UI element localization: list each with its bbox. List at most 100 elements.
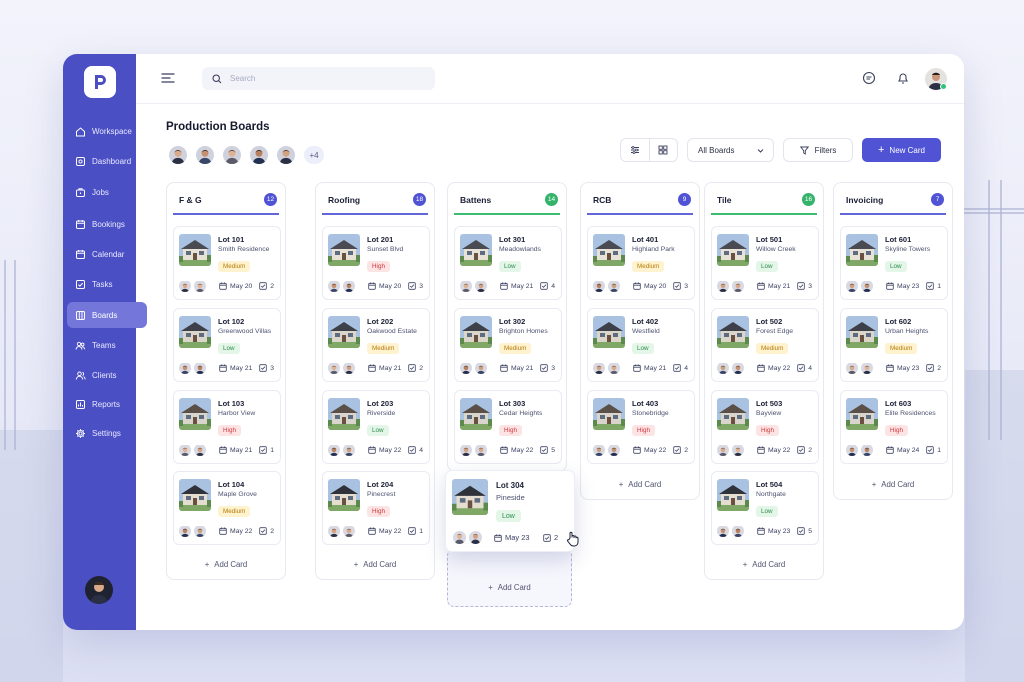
member-avatar[interactable] xyxy=(194,144,216,166)
sidebar-item-workspace[interactable]: Workspace xyxy=(67,118,147,144)
menu-icon[interactable] xyxy=(161,71,175,85)
assignee-avatar[interactable] xyxy=(475,444,487,456)
board-card[interactable]: Lot 201 Sunset Blvd High May 20 3 xyxy=(322,226,430,300)
sidebar-item-teams[interactable]: Teams xyxy=(67,332,147,358)
board-card[interactable]: Lot 601 Skyline Towers Low May 23 1 xyxy=(840,226,948,300)
assignee-avatar[interactable] xyxy=(343,525,355,537)
assignee-avatar[interactable] xyxy=(343,444,355,456)
board-card[interactable]: Lot 101 Smith Residence Medium May 20 2 xyxy=(173,226,281,300)
bell-icon[interactable] xyxy=(896,71,910,85)
assignee-avatar[interactable] xyxy=(732,525,744,537)
assignee-avatar[interactable] xyxy=(717,280,729,292)
assignee-avatar[interactable] xyxy=(469,531,482,544)
new-card-button[interactable]: + New Card xyxy=(862,138,941,162)
add-card-button[interactable]: + Add Card xyxy=(167,553,285,575)
sidebar-item-clients[interactable]: Clients xyxy=(67,362,147,388)
column-header[interactable]: Roofing 18 xyxy=(322,183,428,215)
sidebar-item-reports[interactable]: Reports xyxy=(67,391,147,417)
board-card[interactable]: Lot 503 Bayview High May 22 2 xyxy=(711,390,819,464)
assignee-avatar[interactable] xyxy=(593,362,605,374)
sidebar-item-jobs[interactable]: Jobs xyxy=(67,179,147,205)
dragging-card[interactable]: Lot 304 Pineside Low May 23 2 xyxy=(445,470,579,552)
column-header[interactable]: Battens 14 xyxy=(454,183,560,215)
assignee-avatar[interactable] xyxy=(732,362,744,374)
sidebar-item-settings[interactable]: Settings xyxy=(67,420,147,446)
member-avatar[interactable] xyxy=(167,144,189,166)
assignee-avatar[interactable] xyxy=(194,362,206,374)
assignee-avatar[interactable] xyxy=(608,444,620,456)
more-members-badge[interactable]: +4 xyxy=(302,144,326,166)
grid-view-button[interactable] xyxy=(650,139,678,161)
board-card[interactable]: Lot 402 Westfield Low May 21 4 xyxy=(587,308,695,382)
board-card[interactable]: Lot 103 Harbor View High May 21 1 xyxy=(173,390,281,464)
sidebar-item-tasks[interactable]: Tasks xyxy=(67,271,147,297)
assignee-avatar[interactable] xyxy=(343,362,355,374)
drop-zone[interactable]: + Add Card xyxy=(447,549,572,607)
assignee-avatar[interactable] xyxy=(179,525,191,537)
assignee-avatar[interactable] xyxy=(453,531,466,544)
board-card[interactable]: Lot 102 Greenwood Villas Low May 21 3 xyxy=(173,308,281,382)
add-card-button[interactable]: + Add Card xyxy=(316,553,434,575)
add-card-button[interactable]: + Add Card xyxy=(448,576,571,598)
assignee-avatar[interactable] xyxy=(846,362,858,374)
assignee-avatar[interactable] xyxy=(194,280,206,292)
assignee-avatar[interactable] xyxy=(717,525,729,537)
chat-icon[interactable] xyxy=(862,71,876,85)
assignee-avatar[interactable] xyxy=(732,280,744,292)
board-card[interactable]: Lot 504 Northgate Low May 23 5 xyxy=(711,471,819,545)
member-avatar[interactable] xyxy=(248,144,270,166)
assignee-avatar[interactable] xyxy=(717,444,729,456)
assignee-avatar[interactable] xyxy=(328,362,340,374)
sidebar-user-avatar[interactable] xyxy=(85,576,113,604)
assignee-avatar[interactable] xyxy=(194,525,206,537)
board-card[interactable]: Lot 303 Cedar Heights High May 22 5 xyxy=(454,390,562,464)
board-card[interactable]: Lot 302 Brighton Homes Medium May 21 3 xyxy=(454,308,562,382)
assignee-avatar[interactable] xyxy=(179,280,191,292)
assignee-avatar[interactable] xyxy=(593,444,605,456)
member-avatar[interactable] xyxy=(221,144,243,166)
assignee-avatar[interactable] xyxy=(608,362,620,374)
sidebar-item-bookings[interactable]: Bookings xyxy=(67,211,147,237)
sidebar-item-dashboard[interactable]: Dashboard xyxy=(67,148,147,174)
assignee-avatar[interactable] xyxy=(475,280,487,292)
column-header[interactable]: RCB 9 xyxy=(587,183,693,215)
assignee-avatar[interactable] xyxy=(179,444,191,456)
assignee-avatar[interactable] xyxy=(328,525,340,537)
assignee-avatar[interactable] xyxy=(460,280,472,292)
board-card[interactable]: Lot 301 Meadowlands Low May 21 4 xyxy=(454,226,562,300)
assignee-avatar[interactable] xyxy=(460,444,472,456)
sidebar-item-boards[interactable]: Boards xyxy=(67,302,147,328)
assignee-avatar[interactable] xyxy=(732,444,744,456)
app-logo[interactable] xyxy=(84,66,116,98)
column-header[interactable]: Tile 16 xyxy=(711,183,817,215)
assignee-avatar[interactable] xyxy=(861,280,873,292)
board-card[interactable]: Lot 401 Highland Park Medium May 20 3 xyxy=(587,226,695,300)
assignee-avatar[interactable] xyxy=(328,444,340,456)
board-card[interactable]: Lot 204 Pinecrest High May 22 1 xyxy=(322,471,430,545)
assignee-avatar[interactable] xyxy=(460,362,472,374)
search-input[interactable] xyxy=(230,74,410,83)
assignee-avatar[interactable] xyxy=(717,362,729,374)
filters-button[interactable]: Filters xyxy=(783,138,853,162)
board-card[interactable]: Lot 403 Stonebridge High May 22 2 xyxy=(587,390,695,464)
assignee-avatar[interactable] xyxy=(608,280,620,292)
assignee-avatar[interactable] xyxy=(179,362,191,374)
board-card[interactable]: Lot 603 Elite Residences High May 24 1 xyxy=(840,390,948,464)
assignee-avatar[interactable] xyxy=(194,444,206,456)
assignee-avatar[interactable] xyxy=(475,362,487,374)
board-card[interactable]: Lot 602 Urban Heights Medium May 23 2 xyxy=(840,308,948,382)
board-card[interactable]: Lot 502 Forest Edge Medium May 22 4 xyxy=(711,308,819,382)
add-card-button[interactable]: + Add Card xyxy=(581,473,699,495)
column-header[interactable]: F & G 12 xyxy=(173,183,279,215)
add-card-button[interactable]: + Add Card xyxy=(705,553,823,575)
assignee-avatar[interactable] xyxy=(861,444,873,456)
assignee-avatar[interactable] xyxy=(846,444,858,456)
assignee-avatar[interactable] xyxy=(846,280,858,292)
add-card-button[interactable]: + Add Card xyxy=(834,473,952,495)
assignee-avatar[interactable] xyxy=(328,280,340,292)
board-card[interactable]: Lot 203 Riverside Low May 22 4 xyxy=(322,390,430,464)
assignee-avatar[interactable] xyxy=(593,280,605,292)
sidebar-item-calendar[interactable]: Calendar xyxy=(67,241,147,267)
board-card[interactable]: Lot 202 Oakwood Estate Medium May 21 2 xyxy=(322,308,430,382)
board-card[interactable]: Lot 104 Maple Grove Medium May 22 2 xyxy=(173,471,281,545)
